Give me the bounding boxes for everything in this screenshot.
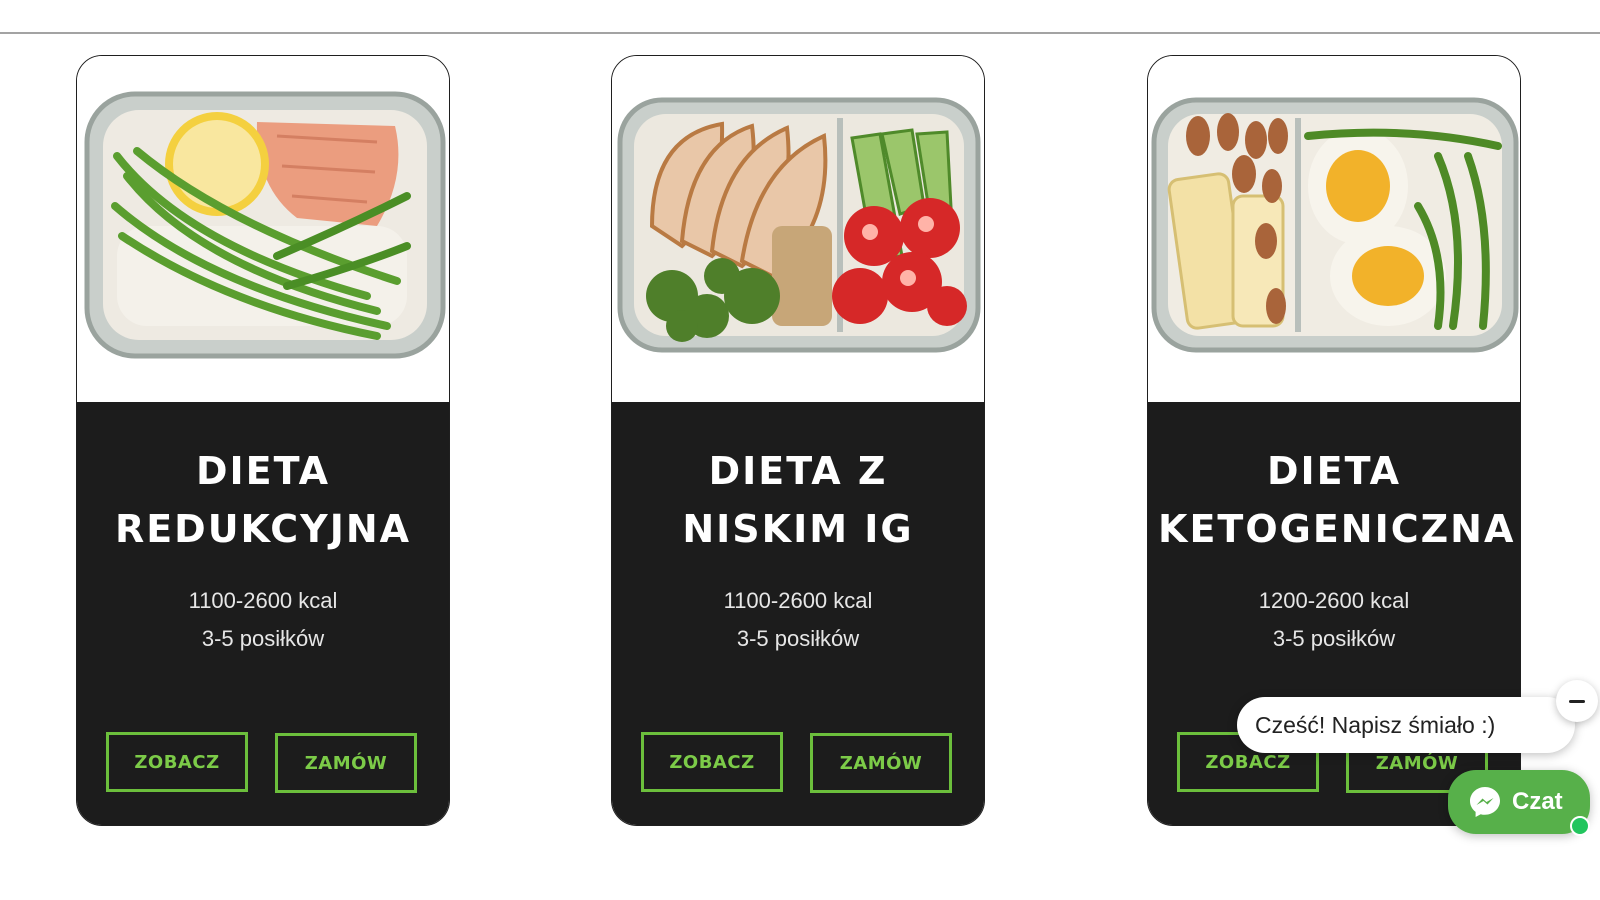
diet-meals: 3-5 posiłków <box>1272 626 1396 651</box>
order-button[interactable]: ZAMÓW <box>810 733 952 793</box>
top-bar <box>0 0 1600 34</box>
diet-title: DIETA Z NISKIM IG <box>682 449 914 551</box>
diet-kcal: 1100-2600 kcal <box>723 588 873 613</box>
chat-greeting-bubble[interactable]: Cześć! Napisz śmiało :) <box>1237 697 1575 753</box>
diet-kcal: 1200-2600 kcal <box>1258 588 1410 613</box>
diet-details: 1100-2600 kcal 3-5 posiłków <box>77 582 449 658</box>
view-button[interactable]: ZOBACZ <box>641 732 783 792</box>
view-button[interactable]: ZOBACZ <box>106 732 248 792</box>
diet-card-reduction: DIETA REDUKCYJNA 1100-2600 kcal 3-5 posi… <box>76 55 450 826</box>
keto-meal-image <box>1148 56 1520 402</box>
minus-icon <box>1569 699 1585 703</box>
diet-title: DIETA REDUKCYJNA <box>114 449 412 551</box>
diet-details: 1200-2600 kcal 3-5 posiłków <box>1148 582 1520 658</box>
diet-card-body: DIETA Z NISKIM IG 1100-2600 kcal 3-5 pos… <box>612 402 984 825</box>
diet-card-low-gi: DIETA Z NISKIM IG 1100-2600 kcal 3-5 pos… <box>611 55 985 826</box>
diet-card-body: DIETA KETOGENICZNA 1200-2600 kcal 3-5 po… <box>1148 402 1520 825</box>
chicken-meal-image <box>612 56 984 402</box>
chat-button[interactable]: Czat <box>1448 770 1590 834</box>
chat-button-label: Czat <box>1512 788 1563 815</box>
diet-details: 1100-2600 kcal 3-5 posiłków <box>612 582 984 658</box>
diet-kcal: 1100-2600 kcal <box>188 588 338 613</box>
diet-card-body: DIETA REDUKCYJNA 1100-2600 kcal 3-5 posi… <box>77 402 449 825</box>
diet-meals: 3-5 posiłków <box>736 626 860 651</box>
chat-greeting-text: Cześć! Napisz śmiało :) <box>1255 711 1496 738</box>
diet-title: DIETA KETOGENICZNA <box>1158 449 1516 551</box>
chat-minimize-button[interactable] <box>1556 680 1598 722</box>
order-button[interactable]: ZAMÓW <box>275 733 417 793</box>
online-status-dot <box>1570 816 1590 836</box>
salmon-meal-image <box>77 56 449 402</box>
messenger-icon <box>1470 787 1500 817</box>
diet-meals: 3-5 posiłków <box>201 626 325 651</box>
